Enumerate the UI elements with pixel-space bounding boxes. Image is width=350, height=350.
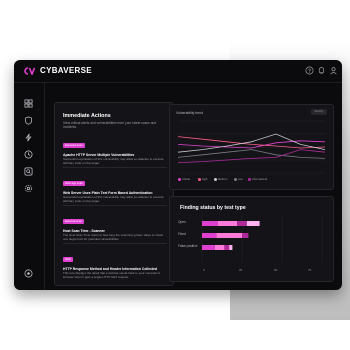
bar-segment bbox=[237, 221, 247, 226]
finding-status-card: Finding status by test type Open Fixed F… bbox=[169, 196, 334, 282]
action-tag: Exposed scan bbox=[63, 143, 85, 148]
bar-segment bbox=[246, 221, 260, 226]
x-tick-label: 50 bbox=[274, 268, 278, 272]
legend-item: High bbox=[198, 178, 207, 182]
sidebar bbox=[14, 82, 45, 290]
brand-name: CYBAVERSE bbox=[40, 66, 92, 75]
divider bbox=[63, 167, 167, 168]
action-item[interactable]: Exposed scan Apache HTTP Server Multiple… bbox=[63, 133, 167, 166]
settings-icon[interactable] bbox=[24, 184, 33, 193]
logout-icon[interactable] bbox=[24, 269, 33, 278]
topbar: CYBAVERSE bbox=[14, 60, 342, 83]
bar-category-label: Open bbox=[178, 220, 186, 224]
vulnerability-trend-title: Vulnerability trend bbox=[176, 111, 204, 115]
action-tag: Web app scan bbox=[63, 181, 85, 186]
shield-icon[interactable] bbox=[24, 116, 33, 125]
immediate-actions-card: Immediate Actions View critical alerts a… bbox=[54, 102, 174, 286]
series-line-high bbox=[177, 136, 326, 149]
line-chart bbox=[177, 120, 326, 174]
x-tick-label: 0 bbox=[203, 268, 205, 272]
action-body: Successful exploitation of this vulnerab… bbox=[63, 157, 164, 165]
logo-mark-icon bbox=[24, 67, 36, 75]
bar-segment bbox=[218, 221, 238, 226]
bar-segment bbox=[224, 245, 230, 250]
user-icon[interactable] bbox=[329, 66, 338, 75]
action-item[interactable]: Web HTTP Response Method and Header Info… bbox=[63, 247, 167, 280]
bar-segment bbox=[216, 233, 242, 238]
stacked-bar-chart bbox=[201, 215, 323, 263]
series-line-informational bbox=[177, 149, 326, 163]
divider bbox=[63, 205, 167, 206]
app-window: CYBAVERSE Immediate Actions View critica… bbox=[14, 60, 342, 290]
x-tick-label: 25 bbox=[239, 268, 243, 272]
vulnerability-trend-card: Vulnerability trend Monthly Critical Hig… bbox=[169, 104, 334, 190]
bar-category-label: Fixed bbox=[178, 232, 186, 236]
legend-item: Critical bbox=[178, 178, 190, 182]
action-tag: External scan bbox=[63, 219, 84, 224]
bar-segment bbox=[229, 245, 233, 250]
x-tick-label: 75 bbox=[308, 268, 312, 272]
action-item[interactable]: External scan Host Scan Time - Scanner T… bbox=[63, 209, 167, 242]
search-icon[interactable] bbox=[24, 167, 33, 176]
series-line-low bbox=[177, 149, 326, 159]
period-dropdown[interactable]: Monthly bbox=[311, 109, 327, 115]
action-body: The Host Scan Time refers to how long th… bbox=[63, 233, 164, 241]
bar-category-label: False positive bbox=[178, 244, 198, 248]
finding-status-title: Finding status by test type bbox=[180, 205, 246, 211]
immediate-actions-description: View critical alerts and vulnerabilities… bbox=[63, 121, 157, 130]
bar-segment bbox=[202, 221, 218, 226]
immediate-actions-title: Immediate Actions bbox=[63, 113, 111, 119]
bell-icon[interactable] bbox=[317, 66, 326, 75]
grid-icon[interactable] bbox=[24, 99, 33, 108]
action-item[interactable]: Web app scan Web Server Uses Plain Text … bbox=[63, 171, 167, 204]
bar-segment bbox=[242, 233, 249, 238]
chart-legend: Critical High Medium Low Informational bbox=[178, 178, 333, 183]
bar-segment bbox=[202, 233, 217, 238]
legend-item: Medium bbox=[214, 178, 227, 182]
help-icon[interactable] bbox=[305, 66, 314, 75]
action-body: Successful exploitation of this vulnerab… bbox=[63, 195, 164, 203]
legend-item: Informational bbox=[248, 178, 267, 182]
divider bbox=[63, 243, 167, 244]
bar-segment bbox=[202, 245, 215, 250]
bar-segment bbox=[214, 245, 225, 250]
clock-icon[interactable] bbox=[24, 150, 33, 159]
action-body: This rule displays the detail that a web… bbox=[63, 271, 160, 279]
legend-item: Low bbox=[234, 178, 243, 182]
bolt-icon[interactable] bbox=[24, 133, 33, 142]
action-tag: Web bbox=[63, 257, 73, 262]
